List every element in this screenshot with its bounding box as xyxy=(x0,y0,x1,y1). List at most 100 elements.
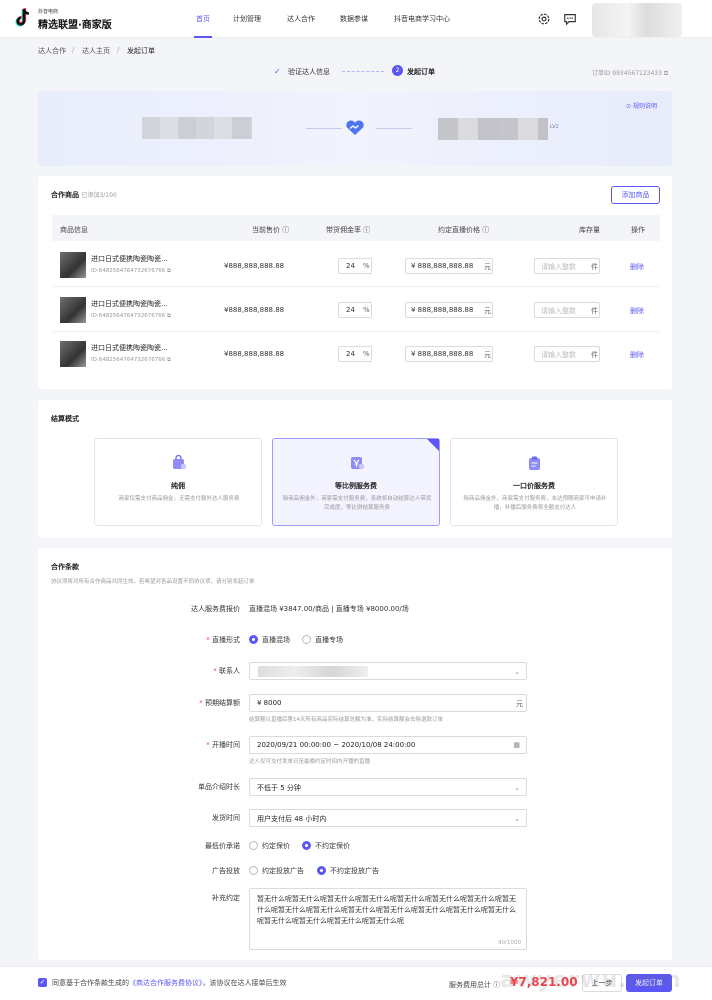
bag-icon xyxy=(173,455,187,470)
copy-icon[interactable]: ⧉ xyxy=(664,70,668,77)
budget-input[interactable]: ¥ 8000 元 xyxy=(249,694,527,712)
agree-checkbox[interactable]: ✓ xyxy=(38,978,47,987)
commission-rate-input[interactable]: 24% xyxy=(338,346,372,362)
product-id: ID:6482564764732676766 ⧉ xyxy=(91,357,171,363)
breadcrumb-talent-home[interactable]: 达人主页 xyxy=(82,46,110,56)
product-name[interactable]: 进口日式便携陶瓷陶瓷... xyxy=(91,254,168,264)
breadcrumb-current: 发起订单 xyxy=(127,47,155,55)
ad-label: 广告投放 xyxy=(212,867,240,875)
extra-terms-textarea[interactable]: 暂无什么呢暂无什么呢暂无什么呢暂无什么呢暂无什么呢暂无什么呢暂无什么呢暂无什么呢… xyxy=(249,888,527,950)
message-icon[interactable] xyxy=(563,12,577,26)
radio-no-price-guarantee[interactable] xyxy=(302,841,311,850)
current-price: ¥888,888,888.88 xyxy=(224,262,285,270)
col-product-info: 商品信息 xyxy=(60,226,88,234)
user-avatar-blurred[interactable] xyxy=(592,3,682,37)
banner-connector-right xyxy=(376,128,412,129)
live-form-label: * 直播形式 xyxy=(206,636,240,644)
radio-live-mixed-label[interactable]: 直播混场 xyxy=(262,635,290,645)
option-title: 等比例服务费 xyxy=(335,482,377,490)
radio-price-guarantee[interactable] xyxy=(249,841,258,850)
ship-time-label: 发货时间 xyxy=(212,814,240,822)
radio-ad-agreed-label[interactable]: 约定投放广告 xyxy=(262,866,304,876)
live-time-label: * 开播时间 xyxy=(206,741,240,749)
ship-time-select[interactable]: 用户支付后 48 小时内 ⌄ xyxy=(249,809,527,827)
breadcrumb-talent-cooperation[interactable]: 达人合作 xyxy=(38,46,66,56)
gear-icon[interactable] xyxy=(537,12,551,26)
radio-live-special-label[interactable]: 直播专场 xyxy=(315,635,343,645)
option-description: 除商品佣金外，商家需支付服务费，系统将自动结算达人带货完成度，等比例结算服务费 xyxy=(282,496,432,511)
live-time-range-picker[interactable]: 2020/09/21 00:00:00 ~ 2020/10/08 24:00:0… xyxy=(249,736,527,754)
terms-subtitle: 协议须将对所有合作商品共同生效，若希望对各品设置不同协议项，请分别发起订单 xyxy=(51,579,255,585)
step-number: 2 xyxy=(392,65,403,76)
col-action: 操作 xyxy=(631,226,645,234)
nav-home[interactable]: 首页 xyxy=(196,14,210,24)
help-icon[interactable]: ⓘ xyxy=(493,981,500,989)
rule-description-link[interactable]: ⊙ 规则说明 xyxy=(626,101,657,110)
nav-data-advisor[interactable]: 数据参谋 xyxy=(340,14,368,24)
stock-input[interactable]: 请输入整数件 xyxy=(534,346,600,362)
contact-select[interactable]: ⌄ xyxy=(249,662,527,680)
help-icon[interactable]: ⓘ xyxy=(482,226,489,234)
duration-select[interactable]: 不低于 5 分钟 ⌄ xyxy=(249,778,527,796)
product-id: ID:6482564764732676766 ⧉ xyxy=(91,313,171,319)
radio-no-ad-label[interactable]: 不约定投放广告 xyxy=(330,866,379,876)
quote-value: 直播混场 ¥3847.00/商品 | 直播专场 ¥8000.00/场 xyxy=(249,605,409,613)
product-thumbnail xyxy=(60,341,86,367)
merchant-info-blurred xyxy=(142,117,252,139)
commission-rate-input[interactable]: 24% xyxy=(338,258,372,274)
live-price-input[interactable]: ¥ 888,888,888.88 元 xyxy=(405,258,493,274)
settlement-option-fixed-fee[interactable]: 一口价服务费 除商品佣金外，商家需支付服务费，未达预期商家可申请补播，补播后服务… xyxy=(450,438,618,526)
radio-no-ad[interactable] xyxy=(317,866,326,875)
radio-price-guarantee-label[interactable]: 约定保价 xyxy=(262,841,290,851)
nav-active-indicator xyxy=(194,36,212,38)
nav-learning-center[interactable]: 抖音电商学习中心 xyxy=(394,14,450,24)
current-price: ¥888,888,888.88 xyxy=(224,350,285,358)
nav-plan-management[interactable]: 计划管理 xyxy=(233,14,261,24)
delete-product-button[interactable]: 删除 xyxy=(630,262,644,272)
fee-total-value: ¥7,821.00 xyxy=(510,975,578,989)
live-time-hint: 达人仅可交付发单日至最晚约定时间内开播的直播 xyxy=(249,759,371,765)
settlement-option-commission-only[interactable]: 纯佣 商家仅需支付商品佣金，无需支付额外达人服务费 xyxy=(94,438,262,526)
pin-icon: ⊙ xyxy=(626,103,632,110)
chevron-down-icon: ⌄ xyxy=(514,815,520,823)
delete-product-button[interactable]: 删除 xyxy=(630,306,644,316)
logo-title: 精选联盟·商家版 xyxy=(38,20,112,31)
nav-talent-cooperation[interactable]: 达人合作 xyxy=(287,14,315,24)
submit-order-button[interactable]: 发起订单 xyxy=(626,974,672,992)
talent-level-badge: LV2 xyxy=(550,124,559,130)
stock-input[interactable]: 请输入整数件 xyxy=(534,258,600,274)
agreement-text: 同意基于合作条款生成的《商达合作服务费协议》，该协议在达人接单后生效 xyxy=(52,979,287,987)
help-icon[interactable]: ⓘ xyxy=(282,226,289,234)
radio-no-price-guarantee-label[interactable]: 不约定保价 xyxy=(315,841,350,851)
step-verify-talent: 验证达人信息 xyxy=(288,68,330,76)
contact-label: * 联系人 xyxy=(213,667,240,675)
option-title: 纯佣 xyxy=(171,482,185,490)
add-product-button[interactable]: 添加商品 xyxy=(611,186,660,204)
live-price-input[interactable]: ¥ 888,888,888.88 元 xyxy=(405,302,493,318)
product-name[interactable]: 进口日式便携陶瓷陶瓷... xyxy=(91,299,168,309)
copy-icon[interactable]: ⧉ xyxy=(167,357,171,363)
radio-live-mixed[interactable] xyxy=(249,635,258,644)
copy-icon[interactable]: ⧉ xyxy=(167,313,171,319)
service-agreement-link[interactable]: 《商达合作服务费协议》 xyxy=(129,979,203,987)
option-title: 一口价服务费 xyxy=(513,482,555,490)
copy-icon[interactable]: ⧉ xyxy=(167,268,171,274)
radio-live-special[interactable] xyxy=(302,635,311,644)
products-title: 合作商品 已添加3/100 xyxy=(51,191,117,199)
fee-total-label: 服务费用总计 ⓘ xyxy=(449,981,501,989)
col-commission-rate: 带货佣金率 ⓘ xyxy=(326,226,371,234)
char-counter: 90/1000 xyxy=(498,940,521,946)
product-name[interactable]: 进口日式便携陶瓷陶瓷... xyxy=(91,343,168,353)
col-stock: 库存量 xyxy=(579,226,600,234)
live-price-input[interactable]: ¥ 888,888,888.88 元 xyxy=(405,346,493,362)
banner-connector-left xyxy=(306,128,342,129)
help-icon[interactable]: ⓘ xyxy=(363,226,370,234)
previous-step-button[interactable]: 上一步 xyxy=(582,974,622,992)
col-current-price: 当前售价 ⓘ xyxy=(252,226,290,234)
radio-ad-agreed[interactable] xyxy=(249,866,258,875)
settlement-option-proportional-fee[interactable]: 等比例服务费 除商品佣金外，商家需支付服务费，系统将自动结算达人带货完成度，等比… xyxy=(272,438,440,526)
stock-input[interactable]: 请输入整数件 xyxy=(534,302,600,318)
extra-terms-label: 补充约定 xyxy=(212,894,240,902)
commission-rate-input[interactable]: 24% xyxy=(338,302,372,318)
delete-product-button[interactable]: 删除 xyxy=(630,350,644,360)
